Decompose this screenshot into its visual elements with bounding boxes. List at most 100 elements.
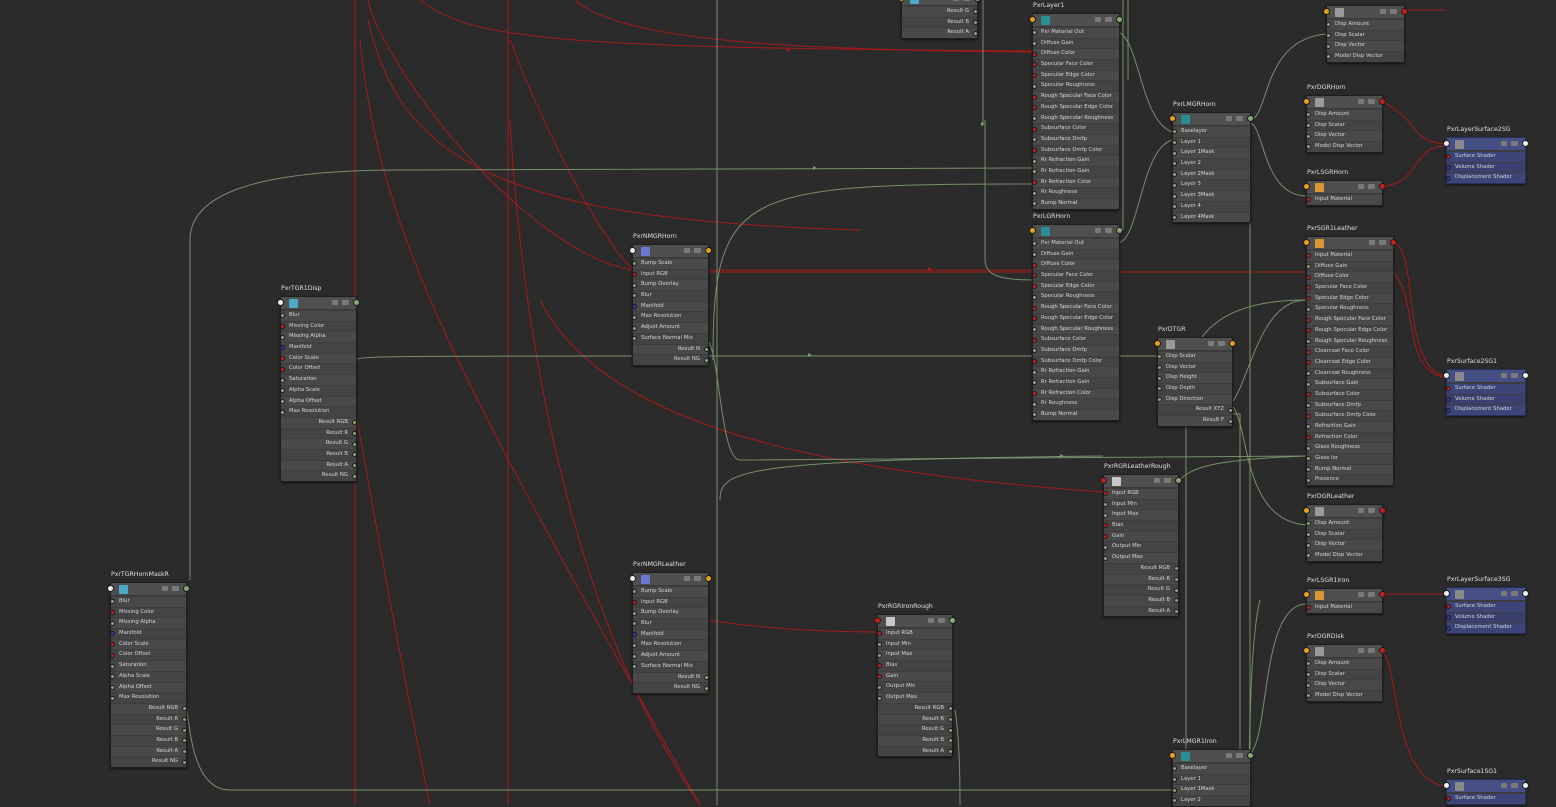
swatch-toggle-icon[interactable] [162, 586, 168, 591]
input-port[interactable] [1306, 553, 1311, 559]
input-port[interactable] [1032, 262, 1037, 268]
input-port[interactable] [1032, 73, 1037, 79]
input-attribute-row[interactable]: Layer 1 [1172, 136, 1250, 148]
connection-wire[interactable] [1248, 603, 1307, 756]
connection-wire[interactable] [1231, 413, 1249, 761]
node-input-port[interactable] [1303, 591, 1310, 598]
input-port[interactable] [1446, 154, 1451, 160]
connection-wire[interactable] [1380, 649, 1447, 787]
input-port[interactable] [1306, 274, 1311, 280]
input-attribute-row[interactable]: Rr Refraction Gain [1032, 165, 1119, 177]
input-attribute-row[interactable]: Input Max [1103, 509, 1178, 520]
node-output-port[interactable] [1116, 16, 1123, 23]
input-attribute-row[interactable]: Rough Specular Roughness [1306, 335, 1393, 347]
input-port[interactable] [1172, 129, 1177, 135]
attributes-toggle-icon[interactable] [1218, 341, 1225, 346]
input-attribute-row[interactable]: Diffuse Gain [1306, 260, 1393, 272]
output-attribute-row[interactable]: Result NG [633, 682, 709, 693]
attributes-toggle-icon[interactable] [1236, 753, 1243, 758]
attributes-toggle-icon[interactable] [938, 618, 945, 623]
output-attribute-row[interactable]: Result RGB [1104, 562, 1179, 574]
input-port[interactable] [1032, 30, 1037, 36]
input-port[interactable] [1172, 172, 1177, 178]
input-attribute-row[interactable]: Output Max [1103, 552, 1178, 563]
node-input-port[interactable] [874, 617, 881, 624]
input-attribute-row[interactable]: Subsurface Dmfp Color [1032, 355, 1119, 367]
input-attribute-row[interactable]: Rr Refraction Gain [1032, 366, 1119, 377]
node-pxrdtgr[interactable]: PxrDTGR Disp Scalar Disp Vector Disp Height… [1154, 326, 1236, 427]
node-pxrsurface2sg1[interactable]: PxrSurface2SG1 Surface Shader Volume Shade… [1443, 358, 1529, 417]
input-attribute-row[interactable]: Rough Specular Roughness [1032, 323, 1119, 335]
input-port[interactable] [1306, 532, 1311, 538]
node-input-port[interactable] [1100, 477, 1107, 484]
node-header[interactable] [629, 573, 712, 586]
input-port[interactable] [1032, 190, 1037, 196]
attributes-toggle-icon[interactable] [1105, 228, 1112, 233]
output-attribute-row[interactable]: Result A [878, 745, 953, 757]
input-port[interactable] [1032, 358, 1037, 364]
input-port[interactable] [1446, 397, 1451, 403]
input-attribute-row[interactable]: Blur [110, 596, 186, 607]
input-attribute-row[interactable]: Max Resolution [632, 311, 708, 323]
node-output-port[interactable] [974, 0, 981, 2]
node-pxrsurface1sg1[interactable]: PxrSurface1SG1 Surface Shader [1443, 768, 1529, 805]
input-attribute-row[interactable]: Specular Roughness [1032, 291, 1119, 303]
swatch-toggle-icon[interactable] [684, 576, 690, 581]
node-output-port[interactable] [1175, 477, 1182, 484]
node-input-port[interactable] [1303, 183, 1310, 190]
swatch-toggle-icon[interactable] [1208, 341, 1214, 346]
node-output-port[interactable] [1379, 507, 1386, 514]
input-attribute-row[interactable]: Diffuse Gain [1032, 248, 1119, 260]
output-port[interactable] [948, 727, 953, 733]
input-port[interactable] [1306, 197, 1311, 203]
input-attribute-row[interactable]: Disp Amount [1306, 658, 1382, 669]
input-port[interactable] [1326, 33, 1331, 39]
input-attribute-row[interactable]: Alpha Scale [280, 384, 356, 396]
output-port[interactable] [352, 420, 357, 426]
input-port[interactable] [1446, 175, 1451, 181]
input-port[interactable] [1306, 682, 1311, 688]
input-port[interactable] [1032, 94, 1037, 100]
input-port[interactable] [1306, 445, 1311, 451]
input-attribute-row[interactable]: Gain [877, 670, 952, 682]
output-port[interactable] [1174, 598, 1179, 604]
connection-wire[interactable] [1392, 271, 1447, 379]
input-port[interactable] [1306, 306, 1311, 312]
node-input-port[interactable] [1169, 115, 1176, 122]
connection-wire[interactable] [1117, 31, 1173, 133]
input-attribute-row[interactable]: Layer 4Mask [1172, 211, 1250, 223]
output-port[interactable] [704, 685, 709, 691]
input-attribute-row[interactable]: Subsurface Color [1032, 334, 1119, 345]
input-port[interactable] [1172, 161, 1177, 167]
output-attribute-row[interactable]: Result B [281, 448, 357, 460]
node-input-port[interactable] [1443, 372, 1450, 379]
node-header[interactable] [1303, 589, 1386, 602]
input-attribute-row[interactable]: Adjust Amount [632, 650, 708, 661]
connection-wire[interactable] [509, 119, 701, 805]
output-attribute-row[interactable]: Result R [1104, 573, 1179, 585]
node-input-port[interactable] [1323, 8, 1330, 15]
input-attribute-row[interactable]: Model Disp Vector [1306, 141, 1382, 152]
input-attribute-row[interactable]: Presence [1306, 474, 1393, 486]
input-port[interactable] [1032, 294, 1037, 300]
output-port[interactable] [1228, 407, 1233, 413]
node-header[interactable] [1443, 588, 1529, 601]
output-attribute-row[interactable]: Result G [111, 724, 187, 735]
input-port[interactable] [1306, 112, 1311, 118]
output-port[interactable] [352, 441, 357, 447]
input-port[interactable] [1326, 22, 1331, 28]
input-port[interactable] [280, 345, 285, 351]
output-attribute-row[interactable]: Result R [878, 713, 953, 725]
input-port[interactable] [1306, 123, 1311, 129]
node-header[interactable] [1100, 475, 1182, 488]
attributes-toggle-icon[interactable] [1511, 373, 1518, 378]
input-attribute-row[interactable]: Alpha Offset [110, 681, 186, 693]
input-port[interactable] [1157, 375, 1162, 381]
output-attribute-row[interactable]: Result B [878, 734, 953, 746]
attributes-toggle-icon[interactable] [342, 300, 349, 305]
input-attribute-row[interactable]: Max Resolution [280, 406, 356, 417]
input-port[interactable] [1032, 62, 1037, 68]
output-attribute-row[interactable]: Result G [281, 438, 357, 449]
input-attribute-row[interactable]: Disp Scalar [1326, 29, 1404, 41]
input-port[interactable] [1306, 285, 1311, 291]
